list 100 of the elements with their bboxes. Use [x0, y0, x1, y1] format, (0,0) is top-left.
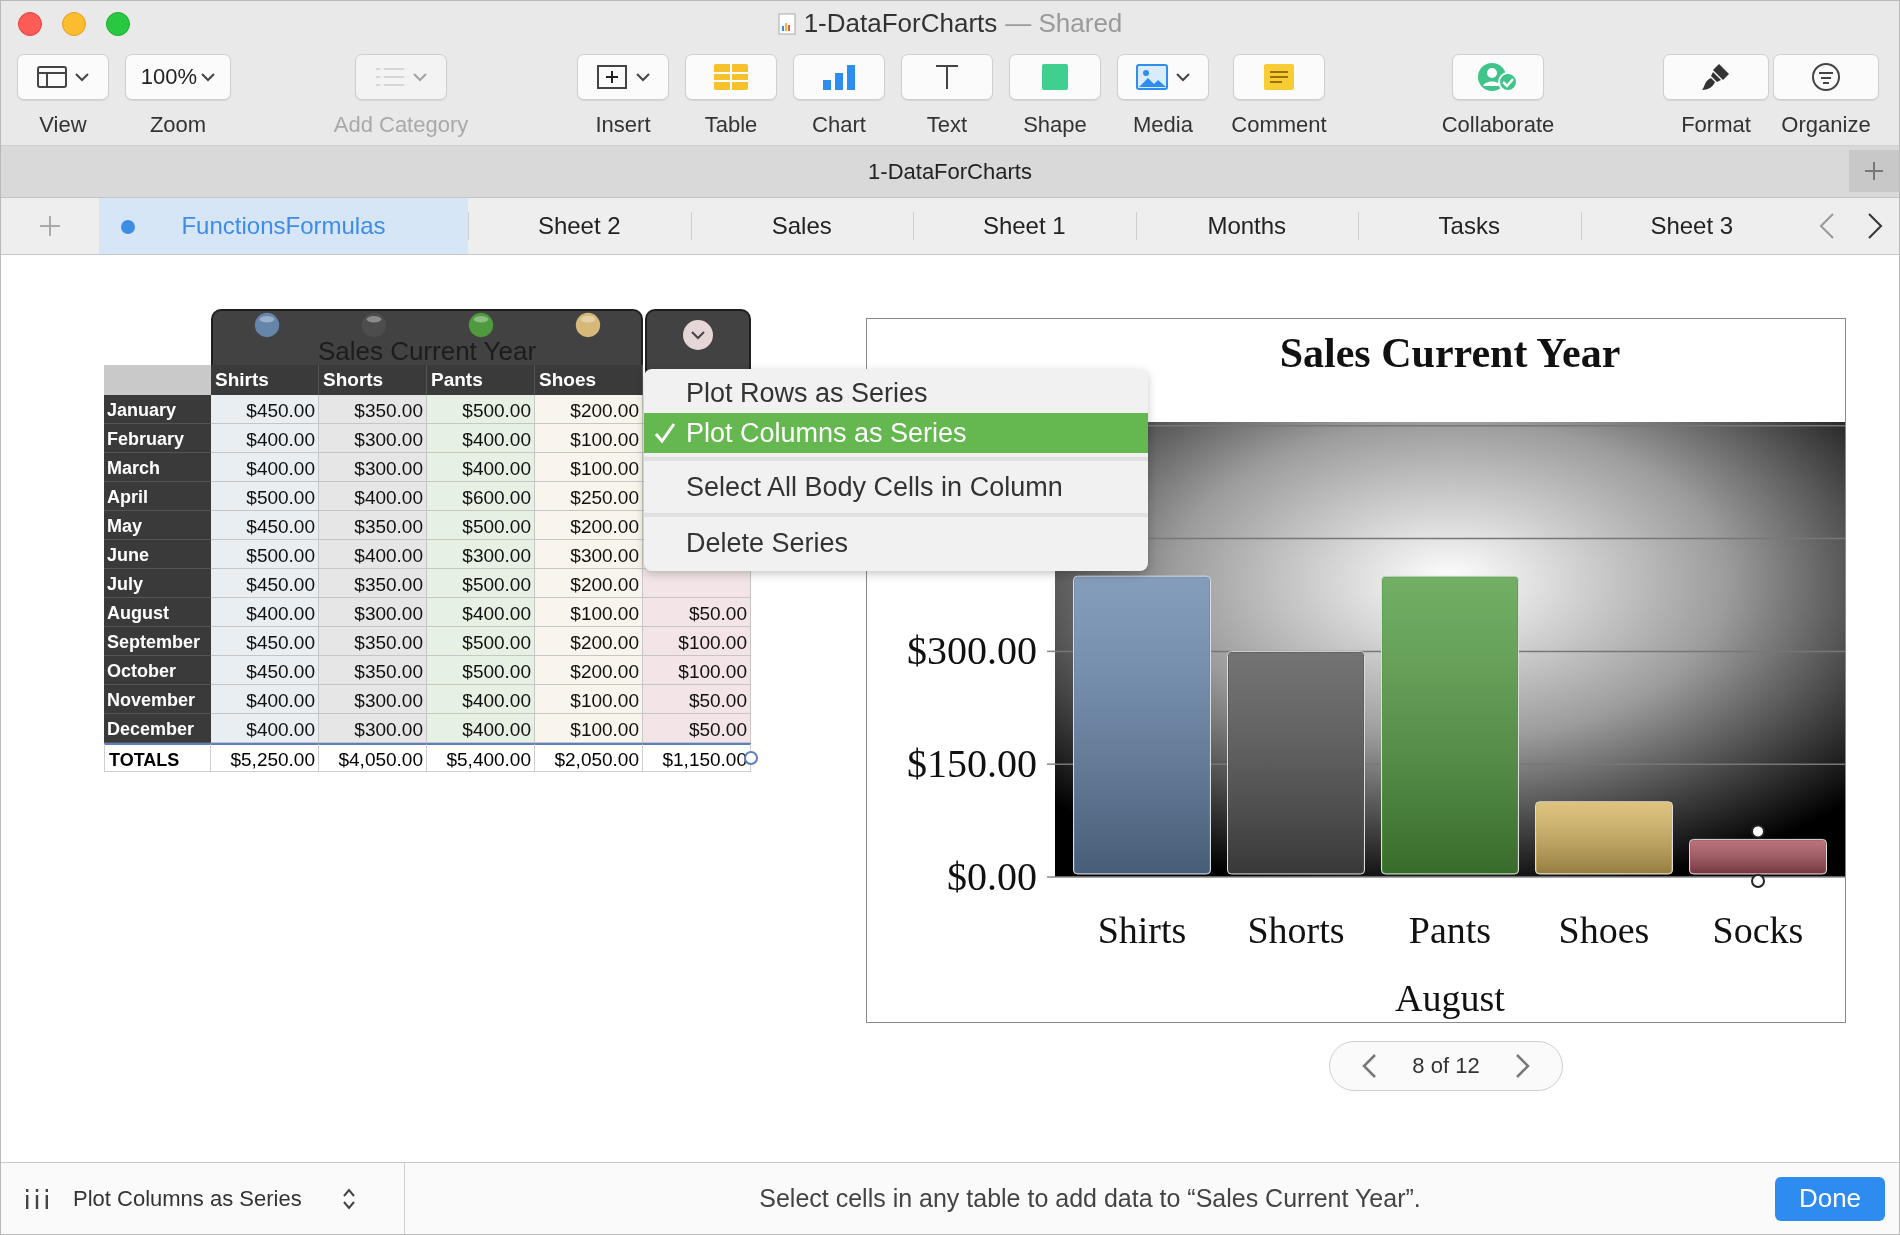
comment-button[interactable] — [1233, 54, 1325, 100]
toolbar-label: Comment — [1231, 112, 1327, 138]
table-cell: $500.00 — [427, 569, 535, 598]
axis-label: $0.00 — [947, 854, 1037, 899]
toolbar-label: Add Category — [333, 112, 469, 138]
table-cell: $200.00 — [535, 511, 643, 540]
row-header: March — [104, 453, 211, 482]
series-icon — [25, 1188, 49, 1209]
toolbar-label: Zoom — [149, 112, 207, 138]
view-button[interactable] — [17, 54, 109, 100]
row-header: May — [104, 511, 211, 540]
table-cell: $300.00 — [535, 540, 643, 569]
series-swatch[interactable] — [574, 312, 601, 338]
up-down-chevron-icon — [341, 1186, 356, 1211]
menu-item[interactable]: Select All Body Cells in Column — [644, 465, 1148, 509]
text-button[interactable] — [901, 54, 993, 100]
previous-button[interactable] — [1360, 1053, 1378, 1079]
sheet-tab[interactable]: Months — [1135, 198, 1358, 254]
selection-handle[interactable] — [1751, 874, 1765, 888]
column-header: Pants — [427, 365, 535, 395]
row-header: October — [104, 656, 211, 685]
table-cell: $250.00 — [535, 482, 643, 511]
series-menu-button[interactable] — [682, 319, 714, 351]
insert-button[interactable] — [577, 54, 669, 100]
toolbar-label: Table — [704, 112, 758, 138]
table-cell: $200.00 — [535, 569, 643, 598]
text-icon — [934, 64, 960, 90]
table-cell: $300.00 — [427, 540, 535, 569]
organize-button[interactable] — [1773, 54, 1879, 100]
category-label: Shorts — [1247, 909, 1345, 951]
series-swatch[interactable] — [253, 312, 280, 338]
table-cell: $300.00 — [319, 685, 427, 714]
table-cell: $500.00 — [427, 511, 535, 540]
table-cell: $200.00 — [535, 627, 643, 656]
row-header: January — [104, 395, 211, 424]
document-tab[interactable]: 1-DataForCharts — [868, 158, 1032, 185]
table-cell: $2,050.00 — [535, 743, 643, 772]
media-button[interactable] — [1117, 54, 1209, 100]
zoom-dropdown[interactable]: 100% — [125, 54, 231, 100]
table-cell: $100.00 — [643, 656, 751, 685]
table-cell: $200.00 — [535, 395, 643, 424]
share-status: — Shared — [1005, 8, 1123, 39]
series-swatch[interactable] — [467, 312, 494, 338]
note-icon — [1264, 64, 1294, 90]
toolbar-label: Text — [926, 112, 968, 138]
fullscreen-button[interactable] — [106, 11, 130, 36]
category-label: Pants — [1408, 909, 1492, 951]
table-cell: $450.00 — [211, 627, 319, 656]
series-mode-dropdown[interactable]: Plot Columns as Series — [73, 1185, 356, 1212]
table-icon — [714, 64, 748, 90]
table-cell: $350.00 — [319, 511, 427, 540]
table-cell: $500.00 — [211, 482, 319, 511]
selection-handle[interactable] — [1751, 824, 1765, 839]
column-header: Shoes — [535, 365, 643, 395]
list-icon — [375, 66, 405, 88]
image-icon — [1136, 64, 1168, 90]
resize-handle[interactable] — [744, 751, 758, 765]
sheet-tab[interactable]: Sheet 2 — [468, 198, 691, 254]
chevron-down-icon — [1176, 72, 1190, 82]
table-cell: $350.00 — [319, 569, 427, 598]
status-message: Select cells in any table to add data to “Sales Current Year”. — [758, 1184, 1422, 1213]
table-cell: $50.00 — [643, 598, 751, 627]
chart-button[interactable] — [793, 54, 885, 100]
menu-item[interactable]: Plot Rows as Series — [644, 373, 1148, 413]
table-cell: $100.00 — [535, 685, 643, 714]
close-button[interactable] — [18, 11, 42, 36]
chevron-down-icon — [413, 72, 427, 82]
toolbar-label: View — [39, 112, 87, 138]
chevron-right-icon[interactable] — [1867, 213, 1883, 239]
bar-chart-icon — [822, 64, 856, 90]
sheet-tab[interactable]: Sales — [690, 198, 913, 254]
sheet-tab[interactable]: Sheet 3 — [1580, 198, 1803, 254]
table-cell: $200.00 — [535, 656, 643, 685]
chart-bar[interactable] — [1689, 838, 1827, 875]
format-button[interactable] — [1663, 54, 1769, 100]
series-swatch[interactable] — [360, 312, 387, 338]
table-cell: $400.00 — [427, 453, 535, 482]
document-icon — [777, 12, 796, 35]
next-button[interactable] — [1514, 1053, 1532, 1079]
chart-bar[interactable] — [1227, 650, 1365, 875]
sheet-tab[interactable]: Tasks — [1358, 198, 1581, 254]
chevron-left-icon[interactable] — [1819, 213, 1835, 239]
table-cell: $400.00 — [319, 482, 427, 511]
checkmark-icon — [654, 422, 676, 444]
table-cell: $100.00 — [643, 627, 751, 656]
table-cell: $500.00 — [427, 656, 535, 685]
page-indicator: 8 of 12 — [1412, 1053, 1480, 1079]
table-cell: $400.00 — [211, 598, 319, 627]
menu-item[interactable]: Delete Series — [644, 521, 1148, 565]
add-tab-button[interactable] — [1849, 150, 1899, 192]
category-label: Shirts — [1097, 909, 1187, 951]
collaborate-button[interactable] — [1452, 54, 1544, 100]
table-cell: $300.00 — [319, 424, 427, 453]
insert-icon — [596, 64, 628, 90]
table-cell: $500.00 — [211, 540, 319, 569]
chevron-down-icon — [201, 72, 216, 82]
table-cell: $300.00 — [319, 453, 427, 482]
sheet-tab[interactable]: Sheet 1 — [913, 198, 1136, 254]
category-label: Shoes — [1558, 909, 1650, 951]
window-title: 1-DataForCharts — [803, 8, 998, 39]
